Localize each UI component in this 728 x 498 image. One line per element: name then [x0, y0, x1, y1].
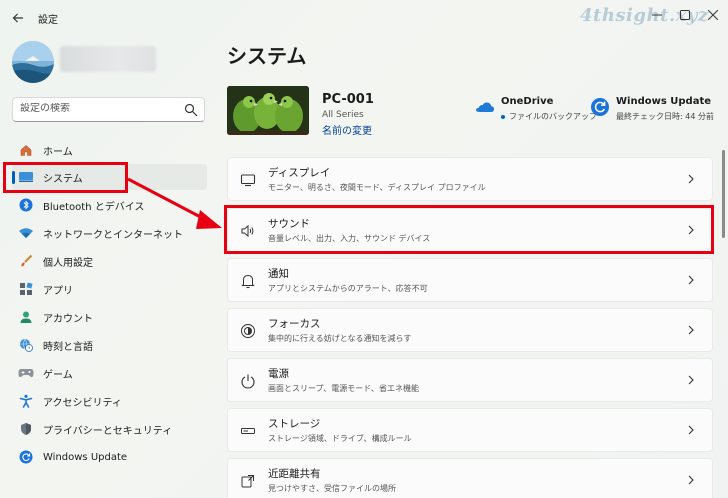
- avatar[interactable]: [12, 41, 54, 83]
- onedrive-status: ファイルのバックアップ: [501, 111, 597, 122]
- apps-icon: [18, 281, 34, 297]
- chevron-right-icon: [688, 475, 694, 485]
- app-title: 設定: [38, 15, 58, 26]
- sidebar-item-time-language[interactable]: 時刻と言語: [12, 332, 207, 358]
- accessibility-icon: [18, 393, 34, 409]
- windows-update-icon: [591, 98, 609, 116]
- search-box[interactable]: [12, 97, 205, 122]
- sidebar-item-windows-update[interactable]: Windows Update: [12, 444, 207, 470]
- device-series: All Series: [322, 110, 364, 120]
- nearby-share-icon: [241, 475, 254, 488]
- device-wallpaper-thumbnail: [227, 86, 309, 135]
- page-title: システム: [227, 44, 307, 68]
- profile-name-redacted: [60, 46, 156, 72]
- home-icon: [18, 142, 34, 158]
- card-title: 近距離共有: [268, 468, 321, 480]
- focus-icon: [241, 324, 255, 338]
- sidebar-item-label: アクセシビリティ: [43, 397, 122, 409]
- back-arrow-icon: [12, 13, 23, 23]
- sidebar-item-label: ネットワークとインターネット: [43, 229, 183, 241]
- gamepad-icon: [18, 365, 34, 381]
- search-icon[interactable]: [184, 103, 198, 117]
- chevron-right-icon: [688, 174, 694, 184]
- sidebar-item-gaming[interactable]: ゲーム: [12, 360, 207, 386]
- maximize-button[interactable]: [676, 6, 694, 24]
- bluetooth-icon: [18, 197, 34, 213]
- sidebar-item-label: 個人用設定: [43, 257, 93, 269]
- sidebar-item-label: 時刻と言語: [43, 341, 93, 353]
- card-title: フォーカス: [268, 318, 321, 330]
- onedrive-subtitle: ファイルのバックアップ: [509, 112, 597, 121]
- highlight-box-sound: [224, 205, 714, 254]
- parrots-image-icon: [227, 86, 309, 135]
- onedrive-title: OneDrive: [501, 96, 554, 107]
- minimize-icon: [652, 14, 662, 16]
- card-title: 電源: [268, 368, 289, 380]
- display-icon: [240, 174, 256, 187]
- sidebar-item-home[interactable]: ホーム: [12, 137, 207, 163]
- sidebar-item-personalization[interactable]: 個人用設定: [12, 248, 207, 274]
- sidebar-item-label: プライバシーとセキュリティ: [43, 425, 173, 437]
- shield-icon: [18, 421, 34, 437]
- close-icon: [708, 10, 718, 20]
- windows-update-subtitle: 最終チェック日時: 44 分前: [616, 112, 714, 121]
- minimize-button[interactable]: [648, 6, 666, 24]
- card-title: 通知: [268, 268, 289, 280]
- close-button[interactable]: [704, 6, 722, 24]
- windows-update-tile[interactable]: Windows Update 最終チェック日時: 44 分前: [590, 96, 714, 122]
- card-subtitle: 画面とスリープ、電源モード、省エネ機能: [268, 384, 419, 393]
- card-display[interactable]: ディスプレイ モニター、明るさ、夜間モード、ディスプレイ プロファイル: [227, 157, 713, 201]
- onedrive-tile[interactable]: OneDrive ファイルのバックアップ: [475, 96, 597, 122]
- sidebar-item-privacy[interactable]: プライバシーとセキュリティ: [12, 416, 207, 442]
- card-subtitle: モニター、明るさ、夜間モード、ディスプレイ プロファイル: [268, 183, 486, 192]
- sidebar-item-apps[interactable]: アプリ: [12, 276, 207, 302]
- windows-update-title: Windows Update: [616, 96, 712, 107]
- card-title: ストレージ: [268, 418, 321, 430]
- network-icon: [18, 225, 34, 241]
- brush-icon: [18, 253, 34, 269]
- sidebar-item-label: ゲーム: [43, 369, 73, 381]
- sidebar-item-label: Bluetooth とデバイス: [43, 201, 145, 213]
- scrollbar-thumb[interactable]: [722, 150, 725, 238]
- status-dot: [501, 114, 505, 119]
- sidebar-item-label: Windows Update: [43, 451, 128, 463]
- card-power[interactable]: 電源 画面とスリープ、電源モード、省エネ機能: [227, 358, 713, 402]
- bell-icon: [241, 274, 255, 289]
- card-subtitle: 集中的に行える妨げとなる通知を減らす: [268, 334, 412, 343]
- card-subtitle: アプリとシステムからのアラート、応答不可: [268, 284, 428, 293]
- windows-update-icon: [18, 449, 34, 465]
- sidebar-item-network[interactable]: ネットワークとインターネット: [12, 220, 207, 246]
- chevron-right-icon: [688, 375, 694, 385]
- card-storage[interactable]: ストレージ ストレージ領域、ドライブ、構成ルール: [227, 408, 713, 452]
- chevron-right-icon: [688, 325, 694, 335]
- search-input[interactable]: [20, 103, 180, 114]
- power-icon: [241, 374, 255, 389]
- account-icon: [18, 309, 34, 325]
- sidebar-item-label: ホーム: [43, 146, 73, 158]
- rename-link[interactable]: 名前の変更: [322, 122, 372, 137]
- sidebar-item-accounts[interactable]: アカウント: [12, 304, 207, 330]
- chevron-right-icon: [688, 275, 694, 285]
- onedrive-icon: [476, 102, 494, 112]
- sidebar-item-accessibility[interactable]: アクセシビリティ: [12, 388, 207, 414]
- device-name: PC-001: [322, 92, 374, 107]
- globe-clock-icon: [18, 337, 34, 353]
- chevron-right-icon: [688, 425, 694, 435]
- sidebar-item-label: アプリ: [43, 285, 73, 297]
- maximize-icon: [680, 10, 690, 20]
- avatar-image-icon: [12, 41, 54, 83]
- highlight-box-system: [3, 162, 128, 193]
- card-focus[interactable]: フォーカス 集中的に行える妨げとなる通知を減らす: [227, 308, 713, 352]
- title-bar: 設定 4thsight.xyz: [0, 0, 728, 34]
- card-notifications[interactable]: 通知 アプリとシステムからのアラート、応答不可: [227, 258, 713, 302]
- sidebar-item-label: アカウント: [43, 313, 93, 325]
- storage-icon: [241, 428, 255, 434]
- card-nearby-sharing[interactable]: 近距離共有 見つけやすさ、受信ファイルの場所: [227, 458, 713, 498]
- back-button[interactable]: [8, 8, 28, 28]
- sidebar-item-bluetooth[interactable]: Bluetooth とデバイス: [12, 192, 207, 218]
- card-subtitle: ストレージ領域、ドライブ、構成ルール: [268, 434, 412, 443]
- card-subtitle: 見つけやすさ、受信ファイルの場所: [268, 484, 396, 493]
- card-title: ディスプレイ: [268, 167, 331, 179]
